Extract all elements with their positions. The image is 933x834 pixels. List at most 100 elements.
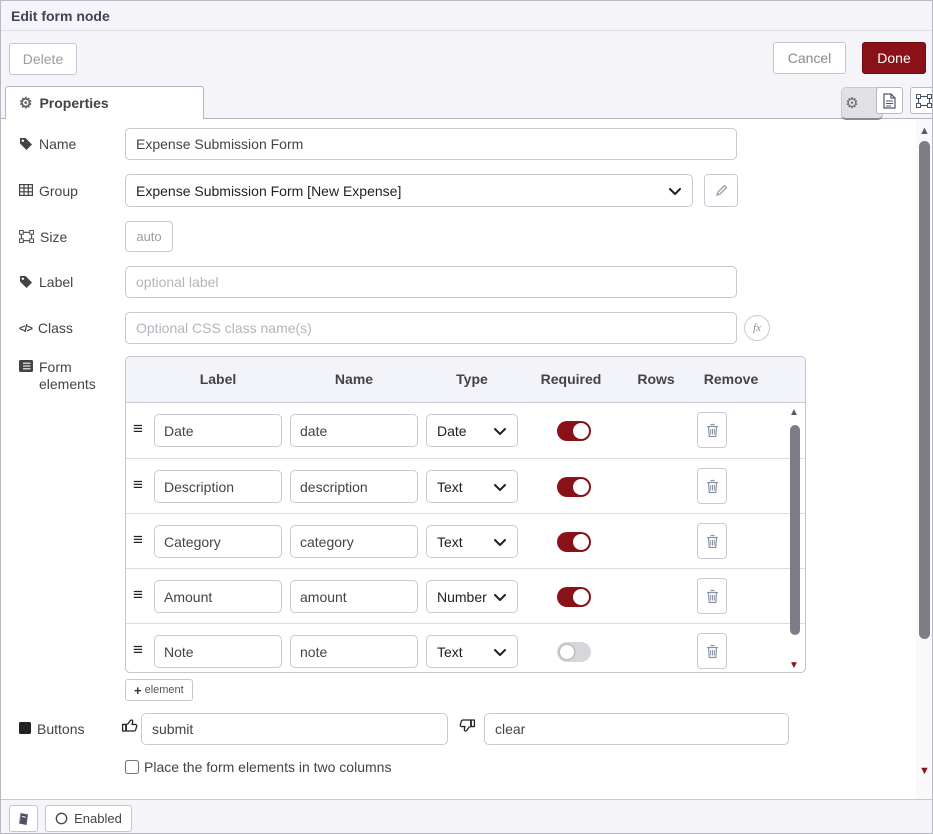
pencil-icon xyxy=(715,184,728,197)
element-name-input[interactable] xyxy=(290,414,418,447)
dialog-header: Edit form node xyxy=(1,1,932,31)
size-button[interactable]: auto xyxy=(125,221,173,252)
submit-button-label-input[interactable] xyxy=(141,713,448,745)
gear-icon: ⚙ xyxy=(19,96,32,111)
col-header-required: Required xyxy=(526,371,616,387)
table-icon xyxy=(19,184,33,196)
col-header-remove: Remove xyxy=(696,371,766,387)
drag-handle-icon[interactable]: ≡ xyxy=(133,476,143,493)
dialog-scrollbar[interactable]: ▲ ▼ xyxy=(916,119,933,799)
element-type-select[interactable]: Date xyxy=(426,414,518,447)
form-elements-table-body: ≡ Date ≡ Text xyxy=(126,403,805,673)
buttons-icon xyxy=(19,722,31,734)
toggle-knob xyxy=(573,589,589,605)
dialog-toolbar: Delete Cancel Done xyxy=(1,31,932,81)
node-help-button[interactable] xyxy=(9,805,38,832)
drag-handle-icon[interactable]: ≡ xyxy=(133,586,143,603)
element-name-input[interactable] xyxy=(290,580,418,613)
name-input[interactable] xyxy=(125,128,737,160)
add-element-button[interactable]: + element xyxy=(125,679,193,701)
enabled-toggle-button[interactable]: Enabled xyxy=(45,805,132,832)
form-element-row: ≡ Text xyxy=(126,513,805,568)
drag-handle-icon[interactable]: ≡ xyxy=(133,420,143,437)
element-type-select[interactable]: Text xyxy=(426,635,518,668)
element-label-input[interactable] xyxy=(154,580,282,613)
element-type-select[interactable]: Number xyxy=(426,580,518,613)
drag-handle-icon[interactable]: ≡ xyxy=(133,531,143,548)
col-header-name: Name xyxy=(290,371,418,387)
two-columns-label: Place the form elements in two columns xyxy=(144,759,391,775)
element-name-input[interactable] xyxy=(290,470,418,503)
required-toggle[interactable] xyxy=(557,532,591,552)
required-toggle[interactable] xyxy=(557,421,591,441)
element-label-input[interactable] xyxy=(154,414,282,447)
remove-element-button[interactable] xyxy=(697,412,727,448)
remove-element-button[interactable] xyxy=(697,633,727,669)
cancel-button[interactable]: Cancel xyxy=(773,42,846,74)
name-label: Name xyxy=(19,136,76,153)
element-type-select[interactable]: Text xyxy=(426,525,518,558)
element-type-select[interactable]: Text xyxy=(426,470,518,503)
two-columns-checkbox[interactable] xyxy=(125,760,139,774)
table-scrollbar[interactable]: ▲ ▼ xyxy=(788,407,802,671)
trash-icon xyxy=(706,423,719,438)
required-toggle[interactable] xyxy=(557,587,591,607)
edit-group-button[interactable] xyxy=(704,174,738,207)
col-header-type: Type xyxy=(426,371,518,387)
tab-properties-label: Properties xyxy=(39,95,108,111)
appearance-button[interactable] xyxy=(910,87,933,114)
toggle-knob xyxy=(573,534,589,550)
drag-handle-icon[interactable]: ≡ xyxy=(133,641,143,658)
tag-icon xyxy=(19,137,33,151)
element-label-input[interactable] xyxy=(154,470,282,503)
edit-form-node-dialog: Edit form node Delete Cancel Done ⚙ Prop… xyxy=(0,0,933,834)
circle-icon xyxy=(55,812,68,825)
chevron-down-icon xyxy=(669,188,681,195)
class-input[interactable] xyxy=(125,312,737,344)
clear-button-label-input[interactable] xyxy=(484,713,789,745)
label-input[interactable] xyxy=(125,266,737,298)
description-button[interactable] xyxy=(876,87,903,114)
delete-button[interactable]: Delete xyxy=(9,43,77,75)
required-toggle[interactable] xyxy=(557,477,591,497)
scroll-down-icon[interactable]: ▼ xyxy=(789,660,799,671)
trash-icon xyxy=(706,589,719,604)
group-select[interactable]: Expense Submission Form [New Expense] xyxy=(125,174,693,207)
form-elements-table: Label Name Type Required Rows Remove ≡ D… xyxy=(125,356,806,673)
scroll-up-icon[interactable]: ▲ xyxy=(919,125,930,137)
trash-icon xyxy=(706,534,719,549)
document-icon xyxy=(883,93,896,109)
scroll-up-icon[interactable]: ▲ xyxy=(789,407,799,418)
scrollbar-thumb[interactable] xyxy=(790,425,800,635)
remove-element-button[interactable] xyxy=(697,523,727,559)
scroll-down-icon[interactable]: ▼ xyxy=(919,765,930,777)
class-label: </> Class xyxy=(19,320,73,338)
form-elements-label: Form elements xyxy=(19,359,105,393)
form-element-row: ≡ Date xyxy=(126,403,805,458)
element-name-input[interactable] xyxy=(290,635,418,668)
done-button[interactable]: Done xyxy=(862,42,926,74)
class-fx-button[interactable]: fx xyxy=(744,315,770,341)
scrollbar-thumb[interactable] xyxy=(919,141,930,639)
group-label: Group xyxy=(19,183,78,200)
two-columns-row: Place the form elements in two columns xyxy=(125,759,391,775)
chevron-down-icon xyxy=(494,539,506,546)
form-elements-table-header: Label Name Type Required Rows Remove xyxy=(126,357,805,403)
label-label: Label xyxy=(19,274,73,291)
tab-properties[interactable]: ⚙ Properties xyxy=(5,86,204,119)
element-name-input[interactable] xyxy=(290,525,418,558)
form-element-row: ≡ Text xyxy=(126,458,805,513)
element-label-input[interactable] xyxy=(154,635,282,668)
code-icon: </> xyxy=(19,321,32,338)
book-icon xyxy=(17,812,30,826)
element-label-input[interactable] xyxy=(154,525,282,558)
remove-element-button[interactable] xyxy=(697,468,727,504)
remove-element-button[interactable] xyxy=(697,578,727,614)
chevron-down-icon xyxy=(494,428,506,435)
chevron-down-icon xyxy=(494,594,506,601)
toggle-knob xyxy=(559,644,575,660)
required-toggle[interactable] xyxy=(557,642,591,662)
buttons-label: Buttons xyxy=(19,721,84,738)
plus-icon: + xyxy=(134,683,142,698)
chevron-down-icon xyxy=(494,484,506,491)
